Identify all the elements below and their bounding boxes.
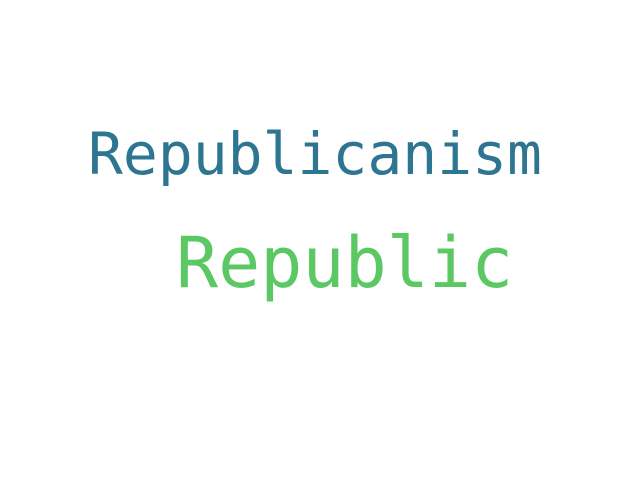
word-republicanism: Republicanism xyxy=(88,120,542,188)
word-republic: Republic xyxy=(176,222,514,304)
word-cloud-canvas: Republicanism Republic xyxy=(0,0,640,480)
